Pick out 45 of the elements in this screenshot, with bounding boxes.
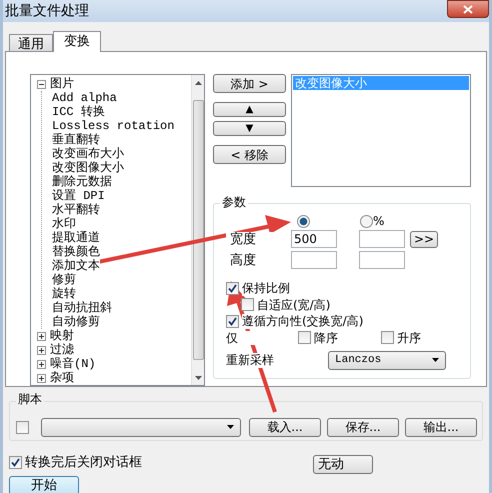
tree-item[interactable]: 添加文本	[52, 258, 100, 274]
checkbox-label: 遵循方向性(交换宽/高)	[242, 314, 364, 329]
start-button[interactable]: 开始	[9, 476, 79, 493]
tree-item[interactable]: 杂项	[50, 370, 74, 385]
percent-label: %	[373, 214, 384, 228]
checkbox-label: 保持比例	[242, 281, 290, 296]
tree-item[interactable]: 改变画布大小	[52, 146, 124, 162]
tab[interactable]: 变换	[53, 31, 101, 52]
checkbox-label: 降序	[314, 330, 338, 345]
move-up-button[interactable]: ▲	[213, 102, 286, 117]
tree-item[interactable]: Add alpha	[52, 90, 117, 106]
group-title: 参数	[220, 195, 248, 210]
tree-item[interactable]: 垂直翻转	[52, 132, 100, 148]
remove-button[interactable]: < 移除	[213, 145, 286, 164]
tree-item[interactable]: 噪音(N)	[50, 356, 96, 372]
checkbox-label: 升序	[397, 330, 421, 345]
tree-item[interactable]: 设置 DPI	[52, 188, 105, 204]
checkbox-label: 自适应(宽/高)	[257, 298, 330, 312]
tree-item[interactable]: 自动抗扭斜	[52, 300, 112, 316]
tree-item[interactable]: 水印	[52, 216, 76, 232]
tree-item[interactable]: 过滤	[50, 342, 74, 358]
apply-button[interactable]: >>	[410, 230, 438, 248]
add-button[interactable]: 添加 >	[213, 74, 286, 93]
tree-item[interactable]: 改变图像大小	[52, 160, 124, 176]
tab[interactable]: 通用	[9, 34, 53, 51]
tree-item[interactable]: 提取通道	[52, 230, 100, 246]
save-button[interactable]: 保存...	[327, 418, 399, 436]
load-button[interactable]: 载入...	[249, 418, 321, 436]
idle-button[interactable]: 无动	[313, 455, 373, 474]
checkbox-label: 转换完后关闭对话框	[25, 455, 142, 471]
tree-item[interactable]: 水平翻转	[52, 202, 100, 218]
tree-item[interactable]: 替换颜色	[52, 244, 100, 260]
width-field[interactable]: 500	[291, 230, 337, 248]
tree-item[interactable]: 旋转	[52, 286, 76, 302]
resample-dropdown[interactable]: Lanczos	[328, 350, 446, 370]
move-down-button[interactable]: ▼	[213, 121, 286, 136]
tree-item[interactable]: 删除元数据	[52, 174, 112, 190]
tree-item[interactable]: 图片	[50, 76, 74, 92]
export-button[interactable]: 输出...	[405, 418, 477, 436]
tree-item[interactable]: ICC 转换	[52, 104, 105, 120]
tree-item[interactable]: 修剪	[52, 272, 76, 288]
tree-item[interactable]: 映射	[50, 328, 74, 344]
tree-item[interactable]: 自动修剪	[52, 314, 100, 330]
group-title: 脚本	[16, 392, 44, 406]
window-title: 批量文件处理	[5, 2, 89, 20]
